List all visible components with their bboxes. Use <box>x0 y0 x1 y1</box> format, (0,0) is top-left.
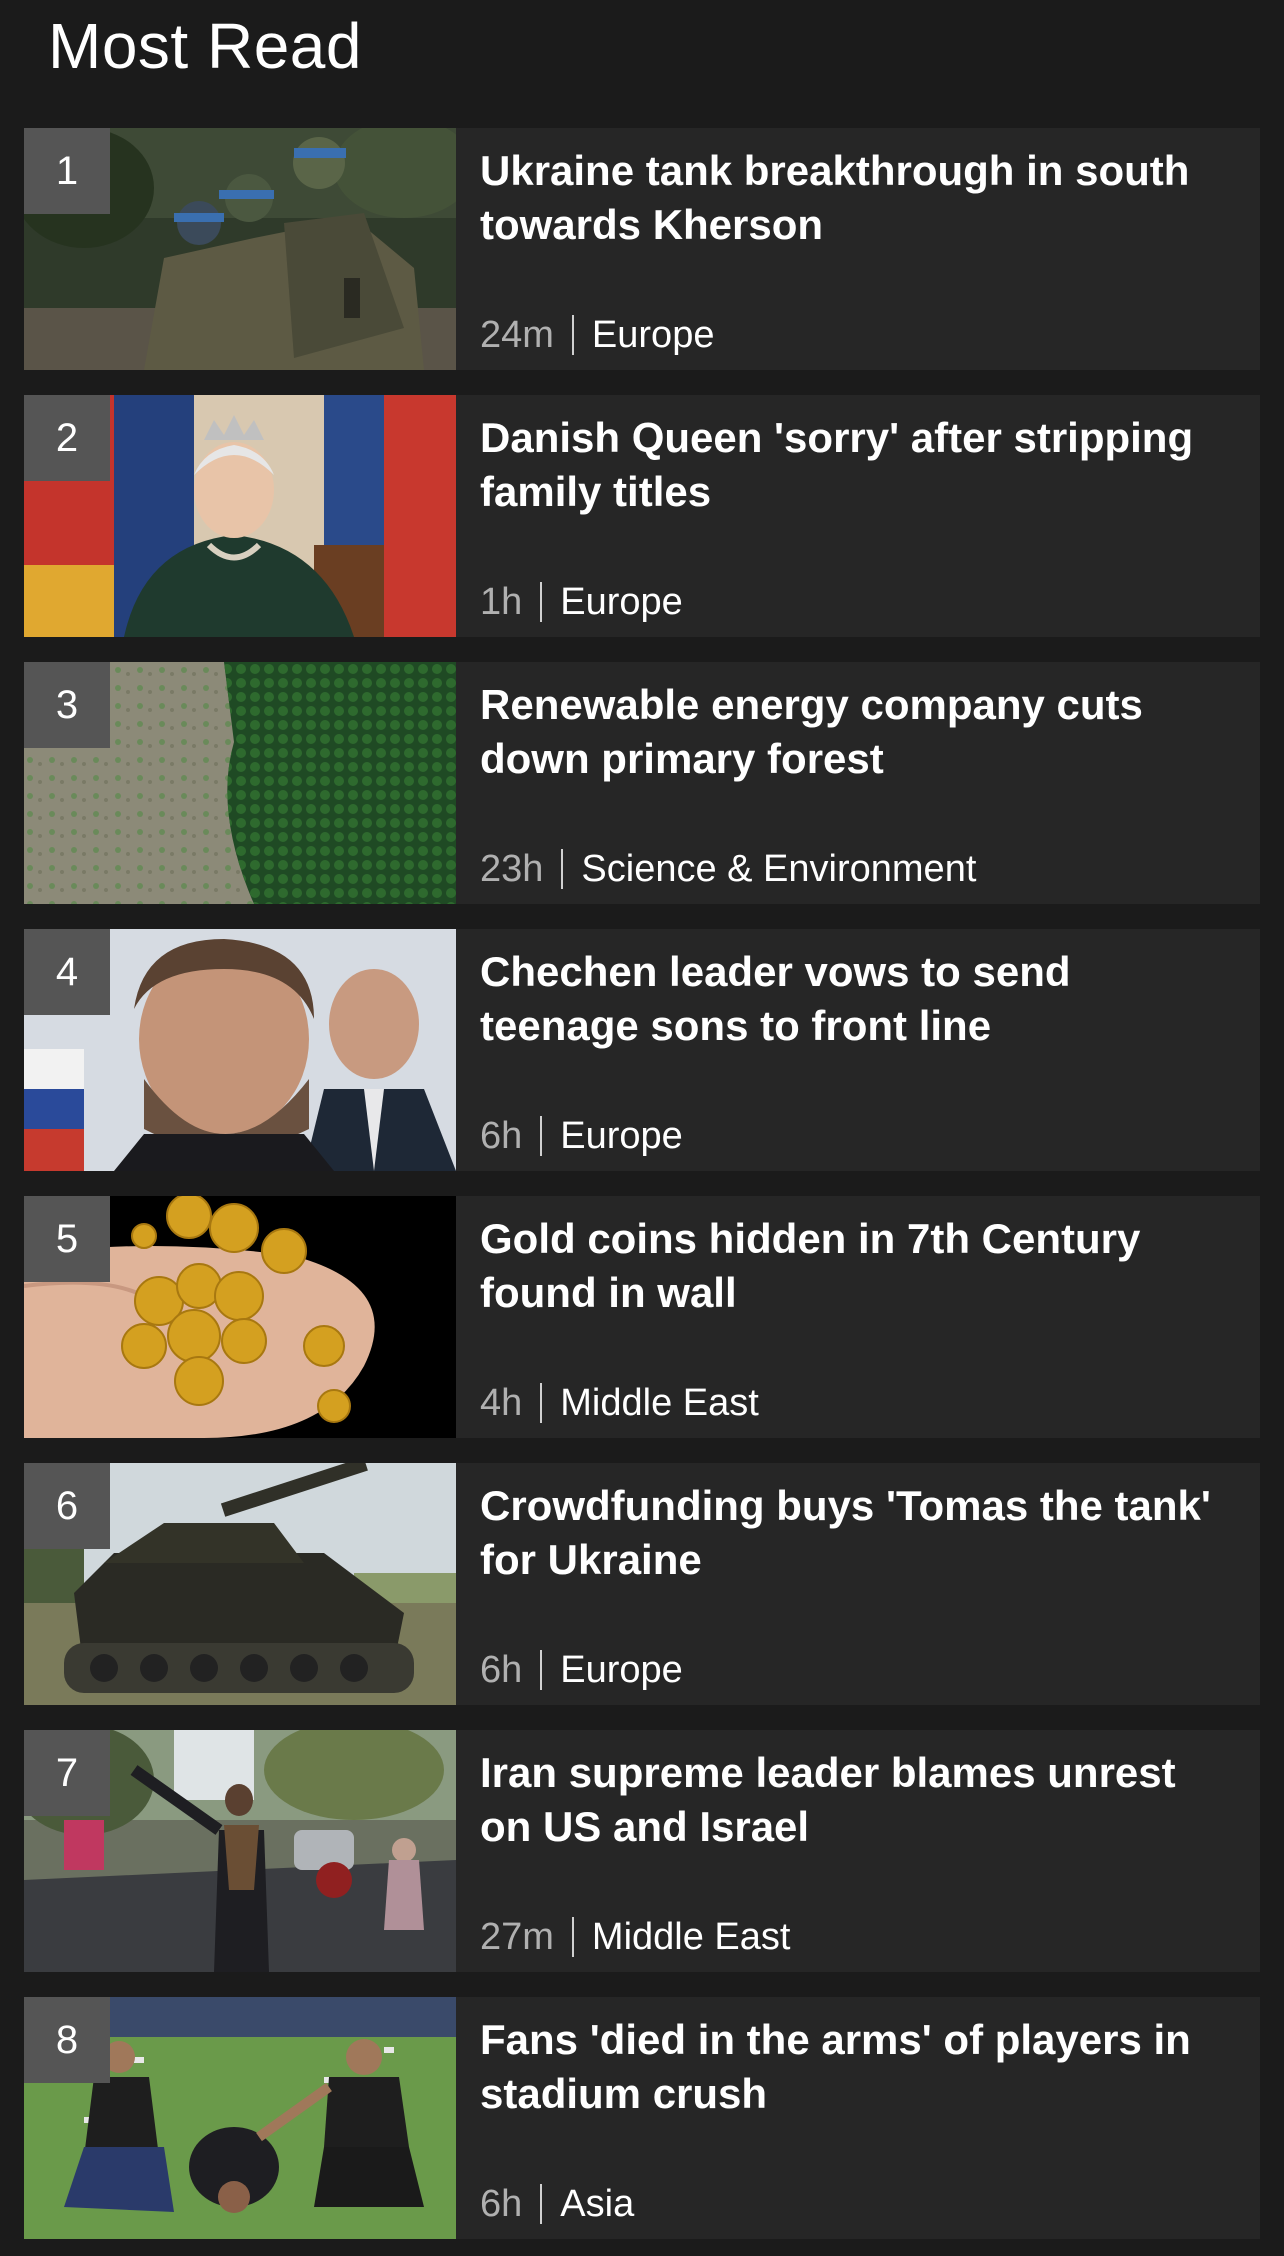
meta-divider <box>571 315 574 355</box>
article-content: Iran supreme leader blames unrest on US … <box>456 1730 1260 1972</box>
article-card[interactable]: 1 Ukraine tank breakthrough in south tow… <box>24 128 1260 370</box>
article-timestamp: 24m <box>480 314 554 356</box>
article-thumbnail[interactable]: 2 <box>24 395 456 637</box>
article-meta: 23h Science & Environment <box>480 844 976 894</box>
article-section[interactable]: Science & Environment <box>581 844 976 894</box>
article-thumbnail[interactable]: 7 <box>24 1730 456 1972</box>
article-timestamp: 23h <box>480 848 544 890</box>
rank-badge: 7 <box>24 1730 110 1816</box>
article-headline[interactable]: Ukraine tank breakthrough in south towar… <box>480 144 1236 252</box>
article-card[interactable]: 5 Gold coins hidden in 7th Century found… <box>24 1196 1260 1438</box>
article-timestamp: 6h <box>480 1649 523 1691</box>
article-headline[interactable]: Chechen leader vows to send teenage sons… <box>480 945 1236 1053</box>
article-section[interactable]: Europe <box>592 310 715 360</box>
article-section[interactable]: Middle East <box>560 1378 759 1428</box>
article-meta: 6h Asia <box>480 2179 634 2229</box>
article-meta: 24m Europe <box>480 310 714 360</box>
meta-divider <box>540 1383 543 1423</box>
article-section[interactable]: Europe <box>560 1111 683 1161</box>
meta-divider <box>540 2184 543 2224</box>
article-content: Renewable energy company cuts down prima… <box>456 662 1260 904</box>
rank-badge: 3 <box>24 662 110 748</box>
article-timestamp: 6h <box>480 1115 523 1157</box>
section-header: Most Read <box>0 0 1284 128</box>
article-thumbnail[interactable]: 4 <box>24 929 456 1171</box>
article-section[interactable]: Europe <box>560 1645 683 1695</box>
meta-divider <box>540 582 543 622</box>
article-card[interactable]: 3 Renewable energy company cuts down pri… <box>24 662 1260 904</box>
rank-badge: 5 <box>24 1196 110 1282</box>
article-thumbnail[interactable]: 3 <box>24 662 456 904</box>
rank-badge: 4 <box>24 929 110 1015</box>
most-read-list: 1 Ukraine tank breakthrough in south tow… <box>24 128 1260 2256</box>
meta-divider <box>571 1917 574 1957</box>
article-timestamp: 1h <box>480 581 523 623</box>
article-meta: 6h Europe <box>480 1111 683 1161</box>
article-timestamp: 4h <box>480 1382 523 1424</box>
article-meta: 4h Middle East <box>480 1378 759 1428</box>
article-headline[interactable]: Danish Queen 'sorry' after stripping fam… <box>480 411 1236 519</box>
rank-badge: 8 <box>24 1997 110 2083</box>
meta-divider <box>540 1116 543 1156</box>
article-thumbnail[interactable]: 8 <box>24 1997 456 2239</box>
article-thumbnail[interactable]: 6 <box>24 1463 456 1705</box>
rank-badge: 1 <box>24 128 110 214</box>
most-read-page: Most Read 1 Ukraine tank breakthrough in… <box>0 0 1284 2256</box>
article-timestamp: 6h <box>480 2183 523 2225</box>
article-card[interactable]: 6 Crowdfunding buys 'Tomas the tank' for… <box>24 1463 1260 1705</box>
rank-badge: 6 <box>24 1463 110 1549</box>
article-card[interactable]: 2 Danish Queen 'sorry' after stripping f… <box>24 395 1260 637</box>
meta-divider <box>540 1650 543 1690</box>
article-content: Fans 'died in the arms' of players in st… <box>456 1997 1260 2239</box>
article-meta: 6h Europe <box>480 1645 683 1695</box>
article-headline[interactable]: Fans 'died in the arms' of players in st… <box>480 2013 1236 2121</box>
article-headline[interactable]: Renewable energy company cuts down prima… <box>480 678 1236 786</box>
article-headline[interactable]: Crowdfunding buys 'Tomas the tank' for U… <box>480 1479 1236 1587</box>
article-headline[interactable]: Gold coins hidden in 7th Century found i… <box>480 1212 1236 1320</box>
page-title: Most Read <box>48 10 362 82</box>
article-thumbnail[interactable]: 5 <box>24 1196 456 1438</box>
article-headline[interactable]: Iran supreme leader blames unrest on US … <box>480 1746 1236 1854</box>
article-meta: 1h Europe <box>480 577 683 627</box>
meta-divider <box>561 849 564 889</box>
article-section[interactable]: Middle East <box>592 1912 791 1962</box>
article-card[interactable]: 4 Chechen leader vows to send teenage so… <box>24 929 1260 1171</box>
article-card[interactable]: 8 Fans 'died in the arms' of players in … <box>24 1997 1260 2239</box>
article-section[interactable]: Europe <box>560 577 683 627</box>
article-timestamp: 27m <box>480 1916 554 1958</box>
article-content: Danish Queen 'sorry' after stripping fam… <box>456 395 1260 637</box>
article-content: Chechen leader vows to send teenage sons… <box>456 929 1260 1171</box>
article-card[interactable]: 7 Iran supreme leader blames unrest on U… <box>24 1730 1260 1972</box>
article-section[interactable]: Asia <box>560 2179 634 2229</box>
article-content: Crowdfunding buys 'Tomas the tank' for U… <box>456 1463 1260 1705</box>
rank-badge: 2 <box>24 395 110 481</box>
article-meta: 27m Middle East <box>480 1912 790 1962</box>
article-thumbnail[interactable]: 1 <box>24 128 456 370</box>
article-content: Gold coins hidden in 7th Century found i… <box>456 1196 1260 1438</box>
article-content: Ukraine tank breakthrough in south towar… <box>456 128 1260 370</box>
